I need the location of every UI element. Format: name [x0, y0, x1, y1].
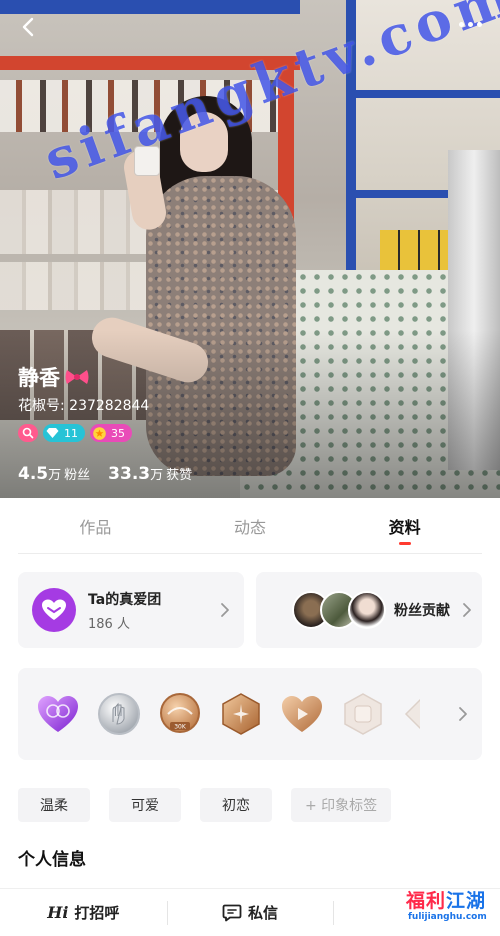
bow-icon	[65, 370, 89, 384]
impression-tag[interactable]: 可爱	[109, 788, 181, 822]
diamond-level-value: 11	[64, 426, 78, 440]
message-button[interactable]: 私信	[166, 889, 334, 936]
fan-club-title: Ta的真爱团	[88, 591, 162, 608]
profile-id: 花椒号: 237282844	[18, 398, 150, 414]
chat-bubble-icon	[222, 904, 242, 921]
shelf-decor	[346, 90, 500, 98]
more-dots-icon	[458, 21, 464, 27]
diamond-level-badge[interactable]: 11	[43, 424, 85, 442]
fan-contribution-card[interactable]: 粉丝贡献	[256, 572, 482, 648]
chevron-left-icon	[22, 17, 34, 37]
followers-unit: 万	[48, 468, 62, 483]
site-logo-text: 福利江湖	[406, 886, 486, 913]
likes-count: 33.3	[108, 464, 151, 484]
medal-wall[interactable]: 30K	[18, 668, 482, 760]
add-impression-tag-button[interactable]: + 印象标签	[291, 788, 392, 822]
site-logo-url: fulijianghu.com	[408, 912, 487, 922]
bronze-hexagon-medal-icon	[219, 692, 263, 736]
bronze-30k-medal-icon: 30K	[158, 692, 202, 736]
shelf-decor	[0, 0, 300, 14]
profile-cover-photo: sifangktv.com 静香 花椒号: 237282844 11 35 4.…	[0, 0, 500, 498]
search-icon	[22, 427, 34, 439]
diamond-icon	[46, 428, 59, 438]
pale-hexagon-medal-icon	[341, 692, 385, 736]
likes-stat[interactable]: 33.3万 获赞	[108, 464, 192, 484]
svg-text:30K: 30K	[174, 724, 187, 731]
profile-stats: 4.5万 粉丝 33.3万 获赞	[18, 464, 192, 484]
bronze-heart-medal-icon	[280, 692, 324, 736]
likes-label: 获赞	[166, 468, 193, 483]
profile-name: 静香	[18, 362, 90, 392]
chevron-right-icon	[463, 603, 471, 617]
back-button[interactable]	[14, 12, 44, 42]
impression-tags: 温柔 可爱 初恋 + 印象标签	[18, 788, 392, 822]
site-logo-part1: 福利	[406, 890, 447, 912]
fan-club-count: 186 人	[88, 616, 130, 632]
avatar	[348, 591, 386, 629]
chevron-right-icon	[459, 707, 467, 721]
contributor-avatars	[292, 591, 386, 629]
chevron-right-icon	[221, 603, 229, 617]
message-label: 私信	[248, 904, 279, 922]
tab-profile-info[interactable]: 资料	[327, 498, 482, 553]
profile-tabs: 作品 动态 资料	[18, 498, 482, 554]
more-dots-icon	[476, 21, 482, 27]
fan-club-card[interactable]: Ta的真爱团 186 人	[18, 572, 244, 648]
profile-name-text: 静香	[18, 366, 60, 390]
followers-count: 4.5	[18, 464, 49, 484]
tab-works[interactable]: 作品	[18, 498, 173, 553]
heart-purple-medal-icon	[36, 692, 80, 736]
followers-label: 粉丝	[64, 468, 91, 483]
star-level-value: 35	[111, 426, 125, 440]
greet-button[interactable]: Hi 打招呼	[0, 889, 167, 936]
greet-label: 打招呼	[74, 904, 120, 922]
pale-diamond-medal-icon	[402, 692, 420, 736]
fan-contribution-label: 粉丝贡献	[394, 603, 450, 619]
badge-row: 11 35	[18, 424, 132, 442]
star-icon	[93, 426, 106, 440]
fan-club-heart-icon	[32, 588, 76, 632]
hi-icon: Hi	[47, 903, 69, 922]
personal-info-heading: 个人信息	[18, 850, 86, 870]
followers-stat[interactable]: 4.5万 粉丝	[18, 464, 90, 484]
site-logo: 福利江湖 fulijianghu.com	[396, 882, 492, 934]
tab-moments[interactable]: 动态	[173, 498, 328, 553]
more-dots-icon	[467, 21, 473, 27]
site-logo-part2: 江湖	[446, 890, 487, 912]
search-badge[interactable]	[18, 424, 38, 442]
impression-tag[interactable]: 温柔	[18, 788, 90, 822]
silver-hand-medal-icon	[97, 692, 141, 736]
impression-tag[interactable]: 初恋	[200, 788, 272, 822]
likes-unit: 万	[150, 468, 164, 483]
star-level-badge[interactable]: 35	[90, 424, 132, 442]
more-options-button[interactable]	[452, 12, 488, 36]
